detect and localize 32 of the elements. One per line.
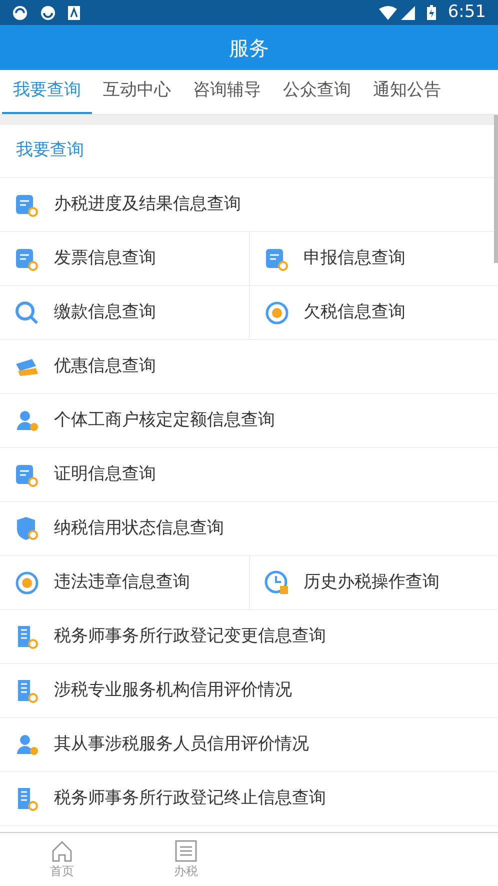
tab[interactable]: 通知公告 <box>362 70 452 114</box>
query-item[interactable]: 税务师事务所行政登记变更信息查询 <box>0 610 498 663</box>
query-item[interactable]: 缴款信息查询 <box>0 286 248 339</box>
query-item[interactable]: 个体工商户核定定额信息查询 <box>0 394 498 447</box>
query-item[interactable]: 优惠信息查询 <box>0 340 498 393</box>
tab[interactable]: 咨询辅导 <box>182 70 272 114</box>
list-icon <box>175 840 197 862</box>
shield-icon <box>14 516 40 542</box>
signal-icon <box>400 6 415 20</box>
query-item[interactable]: 发票信息查询 <box>0 232 248 285</box>
query-item[interactable]: 其从事涉税服务人员信用评价情况 <box>0 718 498 771</box>
clock-icon <box>264 570 290 596</box>
badge-icon <box>14 570 40 596</box>
query-item[interactable]: 涉税专业服务机构信用评价情况 <box>0 664 498 717</box>
query-item[interactable]: 税务师事务所行政登记终止信息查询 <box>0 772 498 825</box>
home-icon <box>51 840 73 862</box>
status-time: 6:51 <box>448 0 486 24</box>
badge-icon <box>264 300 290 326</box>
query-item[interactable]: 纳税信用状态信息查询 <box>0 502 498 555</box>
query-item[interactable]: 办税进度及结果信息查询 <box>0 178 498 231</box>
query-item[interactable]: 欠税信息查询 <box>248 286 498 339</box>
query-item[interactable]: 违法违章信息查询 <box>0 556 248 609</box>
page-title: 服务 <box>229 34 269 62</box>
search-icon <box>14 300 40 326</box>
battery-icon <box>426 5 436 20</box>
wifi-icon <box>378 6 397 20</box>
tab[interactable]: 公众查询 <box>272 70 362 114</box>
section-title: 我要查询 <box>16 139 84 162</box>
query-item[interactable]: 证明信息查询 <box>0 448 498 501</box>
keyboard-icon <box>68 6 80 20</box>
tab[interactable]: 互动中心 <box>92 70 182 114</box>
query-item[interactable]: 历史办税操作查询 <box>248 556 498 609</box>
